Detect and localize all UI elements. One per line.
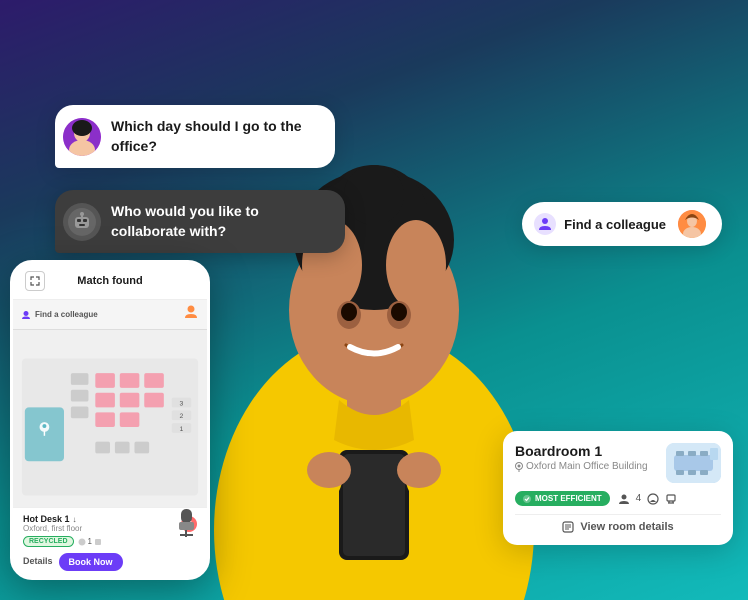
svg-text:3: 3	[180, 400, 184, 407]
boardroom-title: Boardroom 1	[515, 443, 648, 459]
svg-text:2: 2	[180, 413, 184, 420]
boardroom-card: Boardroom 1 Oxford Main Office Building	[503, 431, 733, 545]
view-room-label: View room details	[580, 521, 673, 533]
phone-top-bar: Match found	[13, 263, 207, 300]
details-button[interactable]: Details	[23, 556, 53, 566]
boardroom-location: Oxford Main Office Building	[515, 461, 648, 472]
bot-avatar	[63, 203, 101, 241]
boardroom-location-text: Oxford Main Office Building	[526, 461, 648, 472]
book-now-button[interactable]: Book Now	[59, 553, 123, 571]
colleague-avatar	[678, 210, 706, 238]
capacity-info: 4	[618, 493, 678, 505]
boardroom-badges: MOST EFFICIENT 4	[515, 491, 721, 506]
phone-floorplan: 3 2 1	[13, 330, 207, 524]
hot-desk-name: Hot Desk 1	[23, 514, 70, 524]
recycled-badge: RECYCLED	[23, 536, 74, 547]
phone-mockup: Match found Find a colleague	[10, 260, 210, 580]
chat-bubble-bot: Who would you like to collaborate with?	[55, 190, 345, 253]
phone-find-bar: Find a colleague	[13, 300, 207, 330]
phone-title: Match found	[77, 275, 142, 287]
svg-text:1: 1	[180, 426, 184, 433]
phone-footer: Hot Desk 1 ↓ Oxford, first floor ✕ RECYC…	[13, 507, 207, 577]
find-colleague-icon	[534, 213, 556, 235]
boardroom-info: Boardroom 1 Oxford Main Office Building	[515, 443, 648, 472]
phone-expand-icon[interactable]	[25, 271, 45, 291]
most-efficient-badge: MOST EFFICIENT	[515, 491, 610, 506]
phone-find-label: Find a colleague	[35, 310, 98, 319]
view-room-details-button[interactable]: View room details	[515, 521, 721, 533]
capacity-count: 4	[636, 493, 642, 504]
chat-bubble-user: Which day should I go to the office?	[55, 105, 335, 168]
boardroom-top-section: Boardroom 1 Oxford Main Office Building	[515, 443, 721, 483]
most-efficient-label: MOST EFFICIENT	[535, 494, 602, 503]
boardroom-image	[666, 443, 721, 483]
user-avatar	[63, 118, 101, 156]
boardroom-divider	[515, 514, 721, 515]
bot-chat-text: Who would you like to collaborate with?	[111, 202, 329, 241]
find-colleague-button[interactable]: Find a colleague	[522, 202, 722, 246]
hot-desk-location: Oxford, first floor	[23, 524, 82, 533]
user-chat-text: Which day should I go to the office?	[111, 117, 319, 156]
find-colleague-label: Find a colleague	[564, 217, 666, 232]
